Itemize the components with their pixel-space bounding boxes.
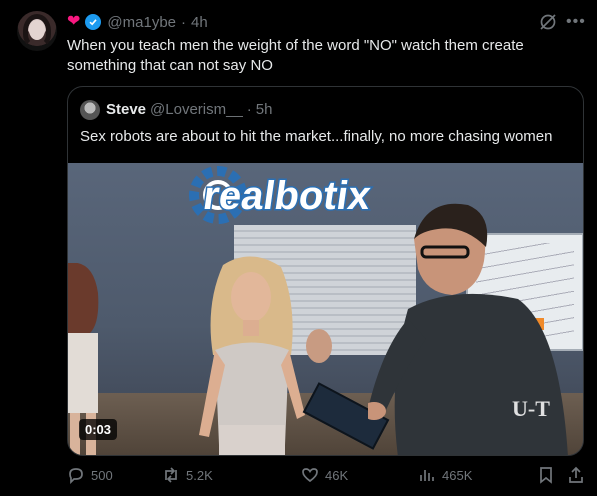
author-handle[interactable]: @ma1ybe <box>107 14 176 31</box>
bookmark-button[interactable] <box>537 466 555 484</box>
tweet-header: ❤ @ma1ybe · 4h <box>67 12 208 32</box>
quoted-text: Sex robots are about to hit the market..… <box>80 128 553 145</box>
tweet[interactable]: ❤ @ma1ybe · 4h ••• When you teach men th… <box>0 0 597 496</box>
share-icon <box>569 466 583 483</box>
share-button[interactable] <box>567 466 585 484</box>
timestamp[interactable]: 4h <box>191 14 208 31</box>
repost-count: 5.2K <box>186 467 213 483</box>
robot-doll-figure <box>199 256 305 455</box>
more-options-icon[interactable]: ••• <box>566 13 586 31</box>
action-bar: 500 5.2K 46K 465K <box>67 466 587 488</box>
quoted-avatar[interactable] <box>80 100 100 120</box>
video-duration-badge: 0:03 <box>79 419 118 440</box>
tweet-text: When you teach men the weight of the wor… <box>67 37 524 74</box>
separator: · <box>246 101 252 118</box>
reply-button[interactable]: 500 <box>67 466 113 484</box>
reply-icon <box>69 468 83 484</box>
quoted-tweet[interactable]: Steve @Loverism__ · 5h Sex robots are ab… <box>67 86 584 456</box>
video-watermark: U-T <box>512 396 550 421</box>
robot-head-prop <box>306 329 332 363</box>
quoted-name[interactable]: Steve <box>106 101 146 118</box>
like-count: 46K <box>325 467 349 483</box>
views-count: 465K <box>442 467 473 483</box>
repost-button[interactable]: 5.2K <box>162 466 213 484</box>
separator: · <box>181 13 186 31</box>
quoted-handle[interactable]: @Loverism__ <box>150 101 243 118</box>
bookmark-icon <box>540 467 552 484</box>
views-chart-icon <box>420 470 434 481</box>
heart-outline-icon <box>302 468 318 483</box>
quoted-timestamp[interactable]: 5h <box>256 101 273 118</box>
like-button[interactable]: 46K <box>301 466 348 484</box>
verified-icon <box>85 14 102 30</box>
avatar[interactable] <box>17 11 57 51</box>
video-player[interactable]: realbotix U-T 0:03 <box>68 163 583 455</box>
logo-text: realbotix <box>201 173 375 218</box>
heart-icon: ❤ <box>67 13 81 30</box>
reply-count: 500 <box>91 467 113 483</box>
quoted-header: Steve @Loverism__ · 5h <box>106 101 272 118</box>
repost-icon <box>165 467 177 483</box>
grok-icon[interactable] <box>538 12 558 32</box>
views-button[interactable]: 465K <box>418 466 472 484</box>
